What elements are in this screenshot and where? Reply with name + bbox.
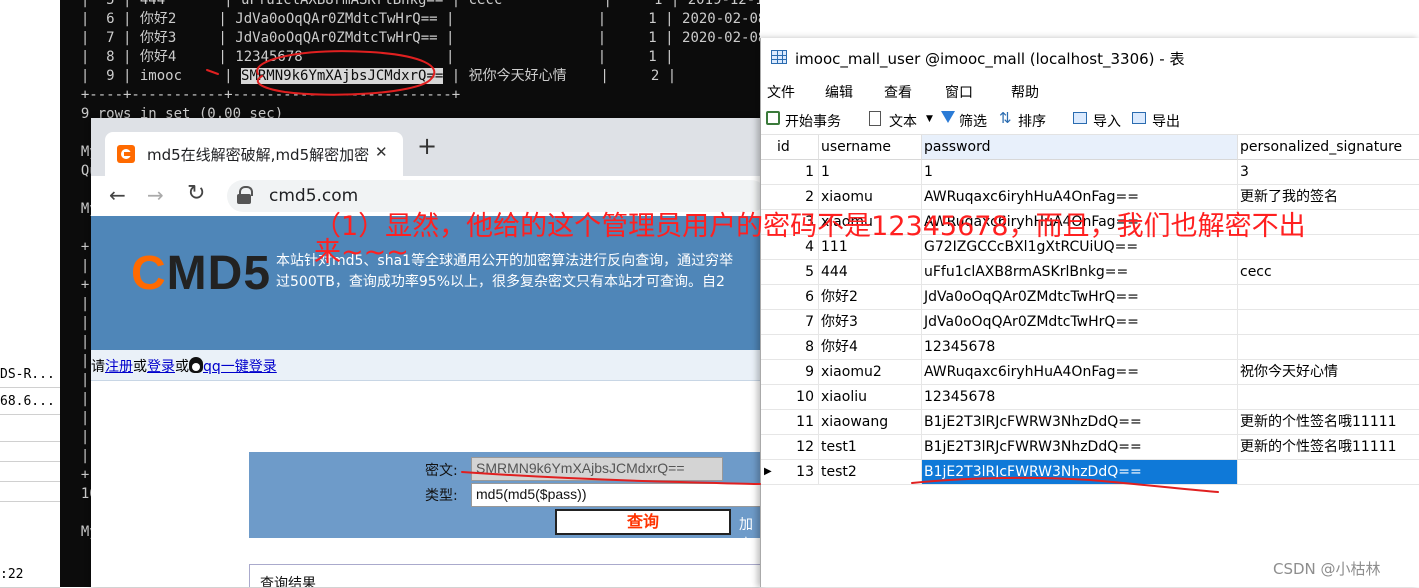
circle-mark-terminal-hash	[256, 50, 436, 96]
underline-mark-cipher	[461, 471, 761, 485]
annotation-markings	[206, 50, 1219, 493]
annotation-text: （1）显然，他给的这个管理员用户的密码不是12345678，而且，我们也解密不出…	[314, 210, 1306, 270]
dash-mark-terminal	[206, 69, 219, 75]
annotation-line-1: （1）显然，他给的这个管理员用户的密码不是12345678，而且，我们也解密不出	[314, 211, 1306, 242]
underline-mark-selected-password	[911, 476, 1219, 493]
watermark: CSDN @小枯林	[1273, 560, 1381, 578]
